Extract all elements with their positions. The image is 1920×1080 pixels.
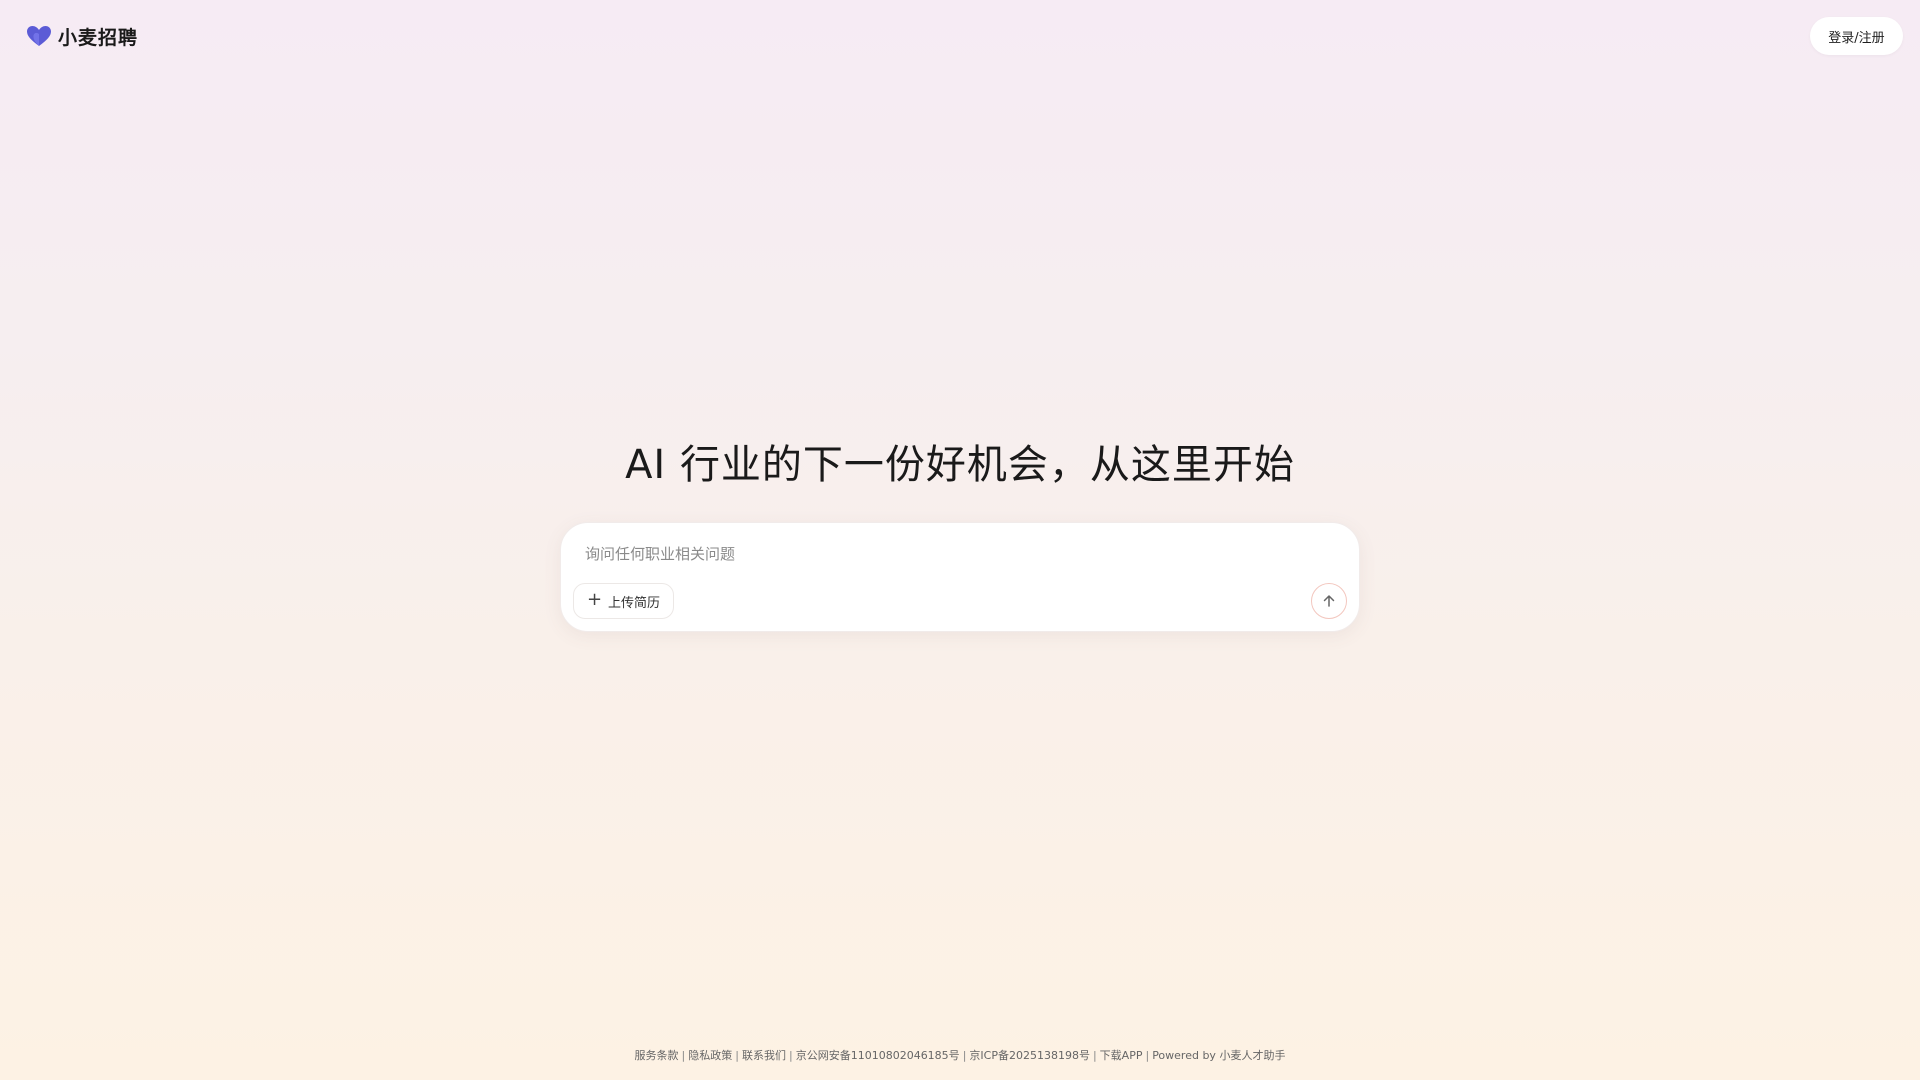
footer-separator: | [735, 1049, 739, 1062]
terms-link[interactable]: 服务条款 [635, 1049, 679, 1062]
chat-box: + 上传简历 [560, 522, 1360, 632]
footer: 服务条款 | 隐私政策 | 联系我们 | 京公网安备11010802046185号 | 京ICP… [0, 1047, 1920, 1063]
footer-separator: | [681, 1049, 686, 1062]
upload-resume-label: 上传简历 [608, 595, 661, 611]
footer-separator: | [788, 1049, 793, 1062]
logo-text: 小麦招聘 [58, 26, 139, 49]
arrow-up-icon [1323, 595, 1335, 607]
chat-input[interactable] [585, 541, 1325, 567]
privacy-link[interactable]: 隐私政策 [688, 1049, 732, 1062]
footer-separator: | [962, 1049, 967, 1062]
header: 小麦招聘 登录/注册 [0, 0, 1920, 72]
plus-icon: + [586, 589, 603, 610]
download-app-link[interactable]: 下载APP [1100, 1049, 1143, 1062]
hero-title: AI 行业的下一份好机会，从这里开始 [625, 442, 1295, 488]
send-button[interactable] [1311, 583, 1347, 619]
login-register-button[interactable]: 登录/注册 [1810, 17, 1903, 55]
police-record-link[interactable]: 京公网安备11010802046185号 [796, 1049, 960, 1062]
powered-by-link[interactable]: Powered by 小麦人才助手 [1152, 1049, 1285, 1062]
upload-resume-button[interactable]: + 上传简历 [573, 583, 674, 619]
logo[interactable]: 小麦招聘 [26, 22, 138, 50]
footer-separator: | [1092, 1049, 1097, 1062]
contact-link[interactable]: 联系我们 [742, 1049, 786, 1062]
icp-record-link[interactable]: 京ICP备2025138198号 [969, 1049, 1090, 1062]
footer-separator: | [1145, 1049, 1150, 1062]
heart-logo-icon [27, 26, 51, 46]
